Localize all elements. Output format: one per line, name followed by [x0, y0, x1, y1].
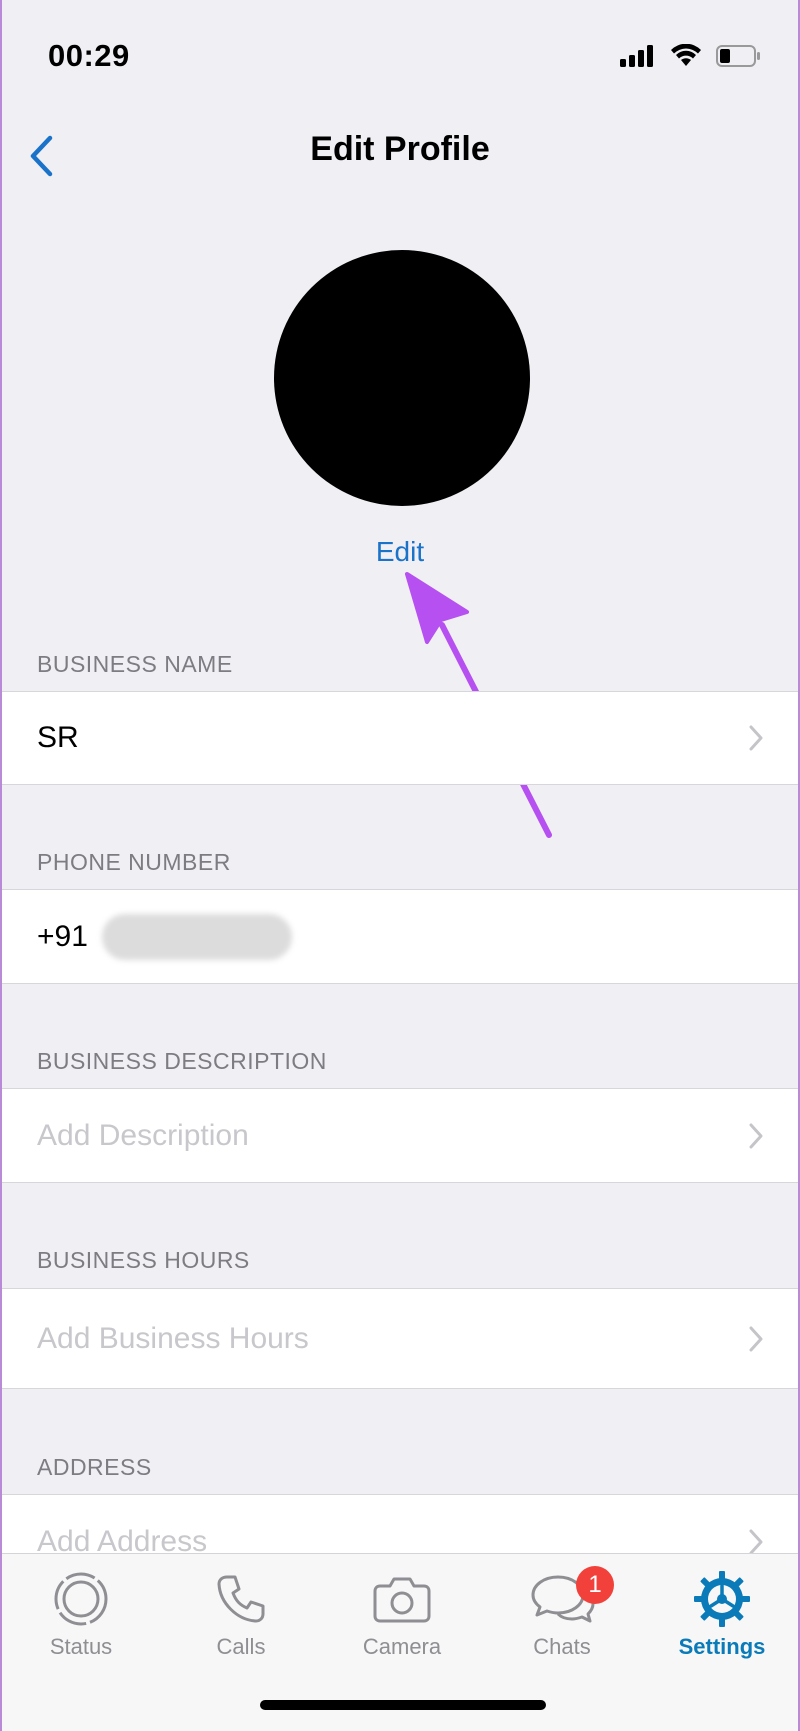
tab-chats-label: Chats [533, 1634, 591, 1659]
tab-chats[interactable]: 1 Chats [492, 1566, 632, 1660]
home-indicator [260, 1700, 546, 1710]
phone-number-row: +91 [2, 889, 798, 984]
business-hours-header: BUSINESS HOURS [37, 1247, 250, 1273]
tab-camera-icon-wrap [332, 1568, 472, 1630]
tab-status-icon-wrap [11, 1568, 151, 1630]
phone-number-header: PHONE NUMBER [37, 849, 231, 875]
phone-number-value: +91 [37, 919, 88, 953]
tab-calls-icon-wrap [171, 1568, 311, 1630]
avatar[interactable] [274, 250, 530, 506]
redacted-phone-digits [101, 913, 292, 960]
business-hours-placeholder: Add Business Hours [37, 1321, 309, 1355]
status-time: 00:29 [48, 38, 130, 73]
wifi-icon [671, 44, 701, 66]
business-name-header: BUSINESS NAME [37, 651, 233, 677]
tab-camera[interactable]: Camera [332, 1568, 472, 1660]
business-description-row[interactable]: Add Description [2, 1088, 798, 1183]
edit-link-row: Edit [2, 536, 798, 568]
business-name-row[interactable]: SR [2, 691, 798, 785]
gear-icon [694, 1571, 750, 1627]
tab-status[interactable]: Status [11, 1568, 151, 1660]
camera-icon [373, 1577, 431, 1623]
chevron-right-icon [749, 1529, 763, 1554]
phone-icon [217, 1575, 265, 1623]
edit-photo-button[interactable]: Edit [376, 536, 424, 567]
page-title: Edit Profile [310, 130, 490, 168]
chevron-right-icon [749, 1326, 763, 1351]
signal-icon [620, 45, 653, 67]
tab-status-label: Status [49, 1634, 113, 1659]
business-name-value: SR [37, 721, 79, 754]
business-description-placeholder: Add Description [37, 1118, 249, 1152]
chevron-right-icon [749, 725, 763, 751]
tab-calls[interactable]: Calls [171, 1568, 311, 1660]
status-icon [54, 1572, 108, 1626]
address-header: ADDRESS [37, 1454, 152, 1480]
status-bar: 00:29 [2, 0, 798, 110]
battery-icon [716, 45, 760, 67]
chevron-right-icon [749, 1123, 763, 1148]
screen: 00:29 Edit Profile Edit BUSINESS NAME SR… [0, 0, 800, 1731]
chats-badge: 1 [576, 1566, 614, 1604]
tab-settings-icon-wrap [652, 1568, 792, 1630]
business-hours-row[interactable]: Add Business Hours [2, 1288, 798, 1389]
tab-settings-label: Settings [678, 1634, 766, 1659]
business-description-header: BUSINESS DESCRIPTION [37, 1048, 327, 1074]
tab-calls-label: Calls [216, 1634, 266, 1659]
tab-settings[interactable]: Settings [652, 1568, 792, 1660]
status-icons [620, 44, 762, 68]
tab-camera-label: Camera [362, 1634, 442, 1659]
